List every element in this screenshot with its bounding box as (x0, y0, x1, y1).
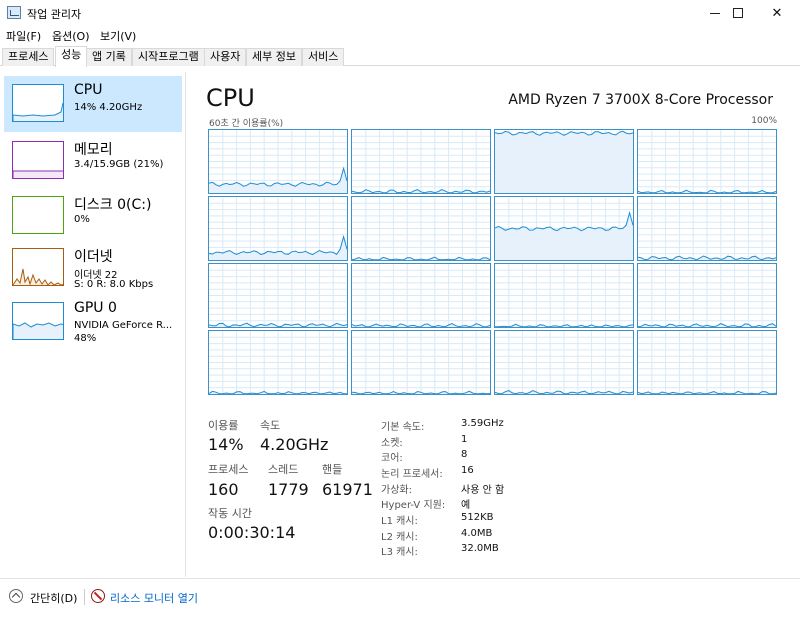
window-title: 작업 관리자 (27, 8, 82, 21)
sidebar-item-ethernet[interactable]: 이더넷 이더넷 22 S: 0 R: 8.0 Kbps (4, 240, 182, 296)
sidebar-item-title: GPU 0 (74, 300, 117, 316)
sidebar-item-title: 디스크 0(C:) (74, 197, 152, 213)
threads-label: 스레드 (268, 463, 299, 476)
sidebar-item-disk[interactable]: 디스크 0(C:) 0% (4, 188, 182, 244)
speed-label: 속도 (260, 419, 281, 432)
spec-label: Hyper-V 지원: (381, 500, 446, 511)
core-utilization-grid (208, 129, 777, 396)
spec-label: 기본 속도: (381, 422, 425, 433)
handles-value: 61971 (322, 480, 373, 499)
close-icon: ✕ (771, 5, 783, 21)
spec-value: 32.0MB (461, 543, 499, 554)
sidebar-item-title: 메모리 (74, 142, 113, 158)
sidebar-item-detail: NVIDIA GeForce R... (74, 320, 173, 331)
core-graph (637, 263, 777, 328)
processes-value: 160 (208, 480, 239, 499)
sidebar-item-detail: 0% (74, 214, 90, 225)
open-resource-monitor-link[interactable]: 리소스 모니터 열기 (110, 590, 198, 606)
processes-label: 프로세스 (208, 463, 249, 476)
uptime-value: 0:00:30:14 (208, 523, 296, 542)
chevron-up-icon[interactable] (9, 589, 23, 603)
processor-model: AMD Ryzen 7 3700X 8-Core Processor (508, 92, 773, 108)
core-graph (351, 263, 491, 328)
spec-value: 1 (461, 434, 468, 445)
graph-max-label: 100% (751, 116, 777, 126)
sidebar-item-detail: 14% 4.20GHz (74, 102, 143, 113)
gpu-thumbnail-graph (12, 302, 64, 340)
spec-value: 512KB (461, 512, 494, 523)
spec-value: 4.0MB (461, 528, 493, 539)
core-graph (351, 196, 491, 261)
core-graph (208, 263, 348, 328)
close-button[interactable]: ✕ (754, 0, 800, 26)
core-graph (208, 196, 348, 261)
tab-bar: 프로세스 성능 앱 기록 시작프로그램 사용자 세부 정보 서비스 (0, 46, 800, 67)
maximize-icon (733, 8, 743, 18)
sidebar-item-title: 이더넷 (74, 249, 113, 265)
title-bar[interactable]: 작업 관리자 ✕ (0, 0, 800, 26)
spec-value: 사용 안 함 (461, 485, 505, 496)
ethernet-thumbnail-graph (12, 248, 64, 286)
fewer-details-button[interactable]: 간단히(D) (30, 590, 77, 606)
menu-view[interactable]: 보기(V) (100, 28, 136, 44)
core-graph (208, 129, 348, 194)
threads-value: 1779 (268, 480, 309, 499)
core-graph (637, 196, 777, 261)
utilization-value: 14% (208, 435, 244, 454)
sidebar-item-cpu[interactable]: CPU 14% 4.20GHz (4, 76, 182, 132)
core-graph (637, 129, 777, 194)
spec-value: 예 (461, 500, 471, 511)
graph-caption: 60초 간 이용률(%) (209, 119, 284, 129)
core-graph (494, 330, 634, 395)
menu-file[interactable]: 파일(F) (6, 28, 41, 44)
spec-value: 8 (461, 449, 468, 460)
spec-label: L2 캐시: (381, 532, 418, 543)
task-manager-icon (7, 6, 21, 19)
tab-details[interactable]: 세부 정보 (246, 48, 302, 66)
spec-label: L3 캐시: (381, 547, 418, 558)
tab-startup[interactable]: 시작프로그램 (132, 48, 205, 66)
spec-value: 3.59GHz (461, 418, 504, 429)
memory-thumbnail-graph (12, 141, 64, 179)
tab-processes[interactable]: 프로세스 (2, 48, 55, 66)
footer: 간단히(D) 리소스 모니터 열기 (0, 578, 800, 618)
spec-label: 소켓: (381, 438, 403, 449)
handles-label: 핸들 (322, 463, 343, 476)
core-graph (351, 129, 491, 194)
spec-value: 16 (461, 465, 474, 476)
spec-label: 코어: (381, 453, 403, 464)
footer-divider (84, 589, 85, 605)
core-graph (208, 330, 348, 395)
spec-label: L1 캐시: (381, 516, 418, 527)
core-graph (494, 129, 634, 194)
sidebar-item-usage: 48% (74, 333, 97, 344)
core-graph (637, 330, 777, 395)
uptime-label: 작동 시간 (208, 507, 252, 520)
sidebar-item-memory[interactable]: 메모리 3.4/15.9GB (21%) (4, 133, 182, 189)
core-graph (351, 330, 491, 395)
utilization-label: 이용률 (208, 419, 239, 432)
sidebar-item-detail: 3.4/15.9GB (21%) (74, 159, 164, 170)
core-graph (494, 263, 634, 328)
spec-label: 가상화: (381, 485, 412, 496)
sidebar-item-gpu[interactable]: GPU 0 NVIDIA GeForce R... 48% (4, 294, 182, 350)
resource-list: CPU 14% 4.20GHz 메모리 3.4/15.9GB (21%) 디스크… (0, 72, 186, 577)
cpu-thumbnail-graph (12, 84, 64, 122)
speed-value: 4.20GHz (260, 435, 329, 454)
menu-options[interactable]: 옵션(O) (52, 28, 89, 44)
page-title: CPU (206, 84, 255, 112)
tab-performance[interactable]: 성능 (55, 46, 88, 67)
sidebar-item-title: CPU (74, 82, 103, 98)
tab-services[interactable]: 서비스 (302, 48, 345, 66)
disk-thumbnail-graph (12, 196, 64, 234)
spec-label: 논리 프로세서: (381, 469, 443, 480)
resource-monitor-icon[interactable] (91, 589, 105, 603)
tab-app-history[interactable]: 앱 기록 (86, 48, 132, 66)
tab-users[interactable]: 사용자 (204, 48, 247, 66)
core-graph (494, 196, 634, 261)
menu-bar: 파일(F) 옵션(O) 보기(V) (0, 26, 800, 44)
sidebar-item-throughput: S: 0 R: 8.0 Kbps (74, 279, 154, 290)
